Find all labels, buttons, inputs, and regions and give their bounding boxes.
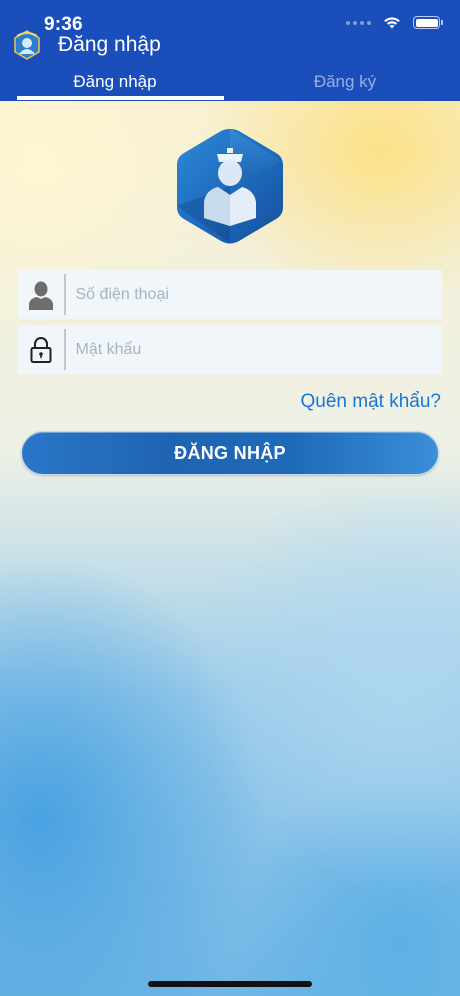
signal-icon <box>346 20 371 25</box>
password-field-row <box>18 325 442 374</box>
status-icons <box>346 16 443 29</box>
app-header: 9:36 Đăng nhập Đăng nhập Đăng ký <box>0 0 460 101</box>
lock-icon <box>18 325 64 374</box>
forgot-password-link[interactable]: Quên mật khẩu? <box>301 391 441 413</box>
user-avatar-icon <box>177 129 283 244</box>
wifi-icon <box>384 17 400 29</box>
login-button[interactable]: ĐĂNG NHẬP <box>21 431 439 475</box>
phone-input[interactable] <box>65 270 442 319</box>
app-logo-icon <box>14 30 40 60</box>
tab-active-indicator <box>17 96 224 100</box>
password-input[interactable] <box>65 325 442 374</box>
tab-register[interactable]: Đăng ký <box>230 68 460 101</box>
phone-field-row <box>18 270 442 319</box>
page-title: Đăng nhập <box>58 33 161 56</box>
home-indicator <box>148 981 312 987</box>
battery-icon <box>413 16 443 29</box>
user-icon <box>18 270 64 319</box>
login-screen: 9:36 Đăng nhập Đăng nhập Đăng ký Số điện… <box>0 0 460 996</box>
